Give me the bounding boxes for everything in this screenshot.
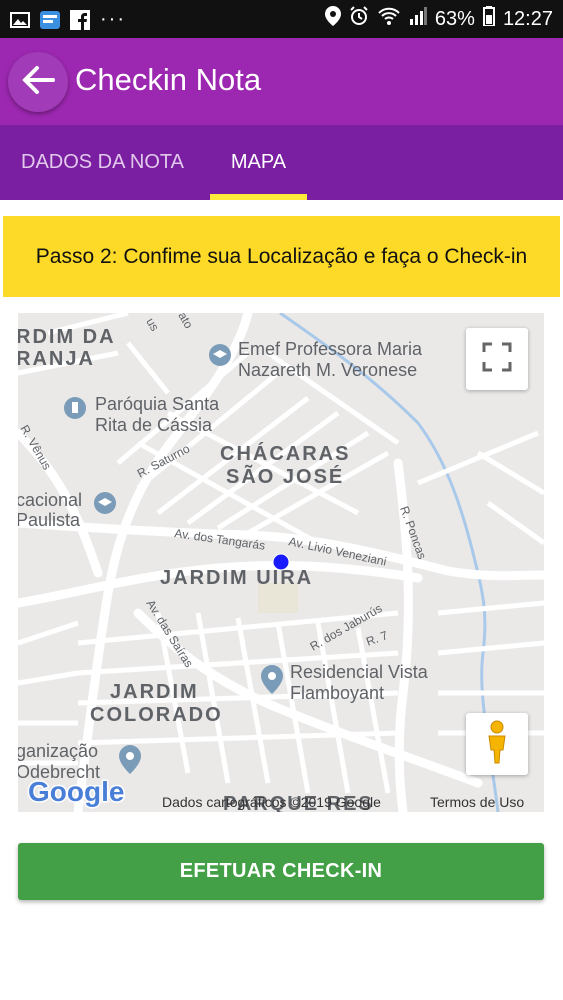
location-icon — [324, 6, 341, 32]
map-label-place: Flamboyant — [290, 683, 384, 703]
step-instruction: Passo 2: Confime sua Localização e faça … — [35, 244, 528, 268]
wifi-icon — [377, 6, 401, 32]
map-label-place: Emef Professora Maria — [238, 339, 423, 359]
pegman-icon — [484, 720, 510, 769]
map-terms-link[interactable]: Termos de Uso — [430, 794, 524, 810]
back-button[interactable] — [8, 52, 68, 112]
map-label-neighborhood: CHÁCARAS — [220, 442, 350, 465]
map-view[interactable]: RDIM DA RANJA CHÁCARAS SÃO JOSÉ JARDIM U… — [18, 313, 544, 812]
street-view-button[interactable] — [466, 713, 528, 775]
map-label-neighborhood: SÃO JOSÉ — [226, 465, 344, 488]
tab-indicator — [210, 194, 307, 200]
gallery-icon — [10, 10, 30, 30]
signal-icon — [409, 7, 427, 31]
fullscreen-button[interactable] — [466, 328, 528, 390]
tab-label: MAPA — [230, 151, 287, 173]
arrow-back-icon — [21, 65, 55, 100]
map-label-place: cacional — [18, 490, 82, 510]
step-banner: Passo 2: Confime sua Localização e faça … — [3, 216, 560, 297]
status-bar: ··· 63% 12:27 — [0, 0, 563, 38]
map-label-place: Nazareth M. Veronese — [238, 360, 417, 380]
map-label-neighborhood: JARDIM — [110, 681, 199, 703]
map-attribution: Dados cartográficos ©2019 Google — [162, 794, 381, 810]
map-label-neighborhood: RANJA — [18, 348, 95, 370]
map-label-neighborhood: RDIM DA — [18, 326, 116, 348]
tab-dados-da-nota[interactable]: DADOS DA NOTA — [0, 125, 205, 200]
tab-bar: DADOS DA NOTA MAPA — [0, 125, 563, 200]
school-icon — [209, 344, 231, 366]
tab-mapa[interactable]: MAPA — [210, 125, 307, 200]
google-logo: Google — [27, 775, 126, 809]
svg-text:Google: Google — [28, 776, 124, 807]
fullscreen-icon — [482, 342, 512, 377]
page-title: Checkin Nota — [75, 62, 262, 97]
alarm-icon — [349, 6, 369, 32]
app-bar: Checkin Nota — [0, 38, 563, 125]
checkin-button-label: EFETUAR CHECK-IN — [179, 860, 383, 882]
map-label-place: Residencial Vista — [290, 662, 429, 682]
more-notifications-icon: ··· — [100, 8, 126, 30]
map-label-neighborhood: COLORADO — [90, 704, 223, 726]
facebook-icon — [70, 9, 90, 30]
map-label-place: Paróquia Santa — [95, 394, 220, 414]
battery-percent: 63% — [434, 7, 475, 30]
school-icon — [94, 492, 116, 514]
church-icon — [64, 397, 86, 419]
current-location-dot — [272, 553, 290, 571]
map-label-place: Rita de Cássia — [95, 415, 213, 435]
map-label-place: ganização — [18, 741, 98, 761]
map-label-neighborhood: JARDIM UIRA — [160, 567, 313, 589]
map-label-place: Paulista — [18, 510, 81, 530]
app-notification-icon — [40, 10, 60, 30]
tab-label: DADOS DA NOTA — [21, 151, 184, 173]
checkin-button[interactable]: EFETUAR CHECK-IN — [18, 843, 544, 900]
battery-icon — [482, 6, 495, 32]
clock: 12:27 — [502, 7, 553, 30]
